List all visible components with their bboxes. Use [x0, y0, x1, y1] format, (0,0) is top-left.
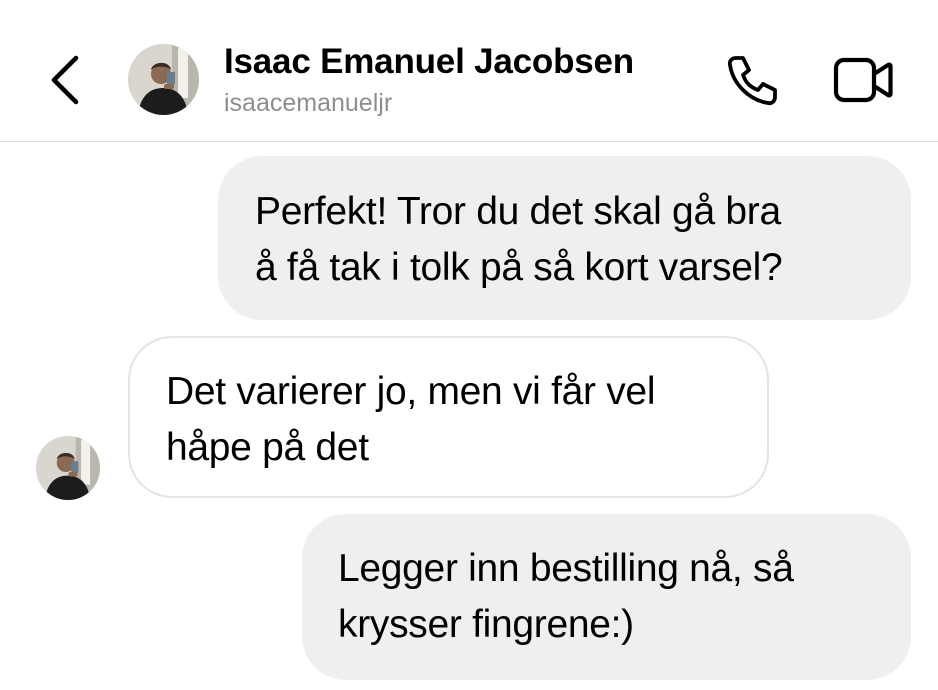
profile-photo — [128, 44, 199, 115]
incoming-message[interactable]: Det varierer jo, men vi får vel håpe på … — [128, 336, 769, 498]
message-text-line: Perfekt! Tror du det skal gå bra — [255, 190, 781, 233]
message-text-line: håpe på det — [166, 426, 369, 469]
message-text-line: Legger inn bestilling nå, så — [338, 547, 794, 590]
contact-username: isaacemanueljr — [224, 89, 393, 117]
outgoing-message[interactable]: Legger inn bestilling nå, så krysser fin… — [302, 514, 911, 680]
chat-header: Isaac Emanuel Jacobsen isaacemanueljr — [0, 0, 938, 142]
message-text-line: Det varierer jo, men vi får vel — [166, 370, 656, 413]
back-button[interactable] — [36, 48, 96, 112]
contact-avatar[interactable] — [128, 44, 199, 115]
profile-photo — [36, 436, 100, 500]
sender-avatar[interactable] — [36, 436, 100, 500]
video-call-button[interactable] — [832, 52, 894, 108]
contact-name[interactable]: Isaac Emanuel Jacobsen — [224, 42, 634, 82]
outgoing-message[interactable]: Perfekt! Tror du det skal gå bra å få ta… — [218, 156, 911, 320]
chat-screen: Isaac Emanuel Jacobsen isaacemanueljr Pe… — [0, 0, 938, 690]
video-camera-icon — [833, 57, 893, 103]
audio-call-button[interactable] — [722, 50, 782, 110]
phone-icon — [727, 56, 777, 106]
message-text-line: å få tak i tolk på så kort varsel? — [255, 246, 783, 289]
chevron-left-icon — [51, 55, 79, 105]
message-text-line: krysser fingrene:) — [338, 603, 634, 646]
